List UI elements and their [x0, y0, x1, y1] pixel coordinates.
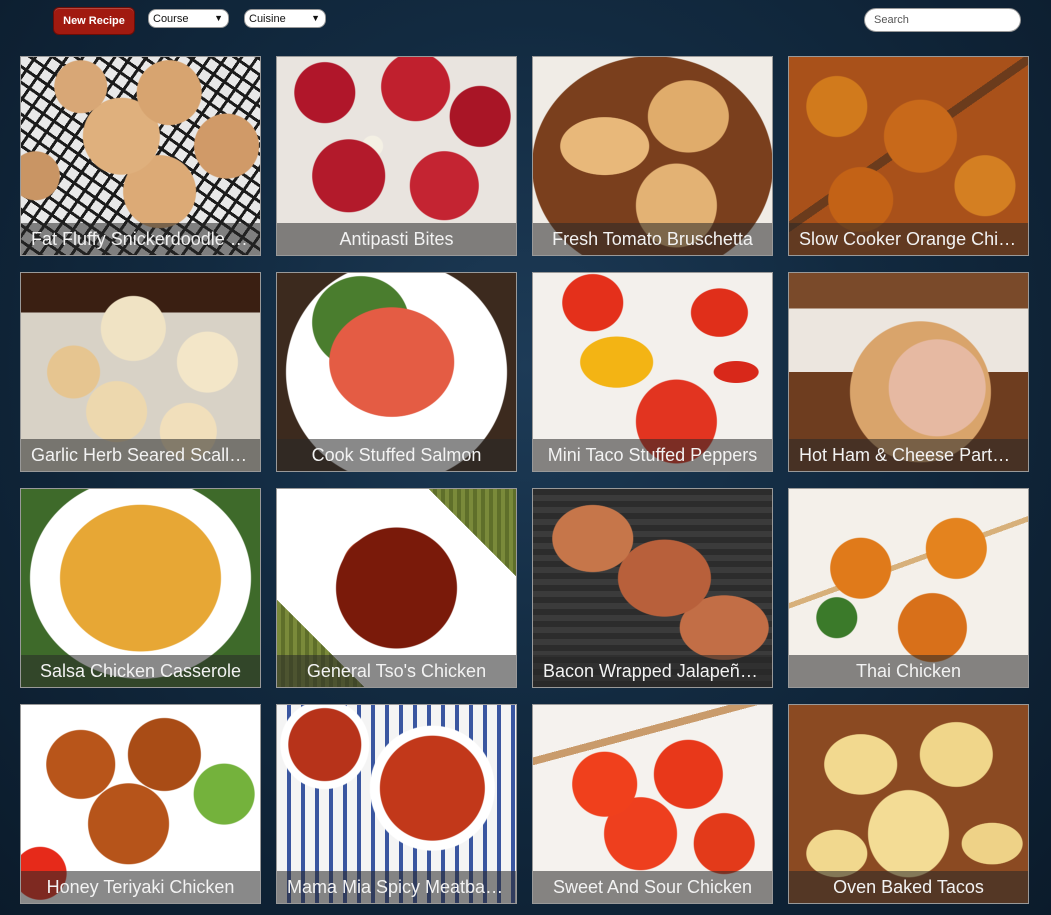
recipe-title: Thai Chicken: [855, 660, 962, 681]
recipe-title: Salsa Chicken Casserole: [39, 660, 242, 681]
recipe-card[interactable]: Oven Baked Tacos: [788, 704, 1029, 904]
chevron-down-icon: ▼: [311, 13, 320, 23]
recipe-caption: Hot Ham & Cheese Party Rolls: [789, 439, 1028, 471]
recipe-caption: Fresh Tomato Bruschetta: [533, 223, 772, 255]
recipe-caption: Thai Chicken: [789, 655, 1028, 687]
recipe-title: Honey Teriyaki Chicken: [46, 876, 235, 897]
recipe-card[interactable]: Honey Teriyaki Chicken: [20, 704, 261, 904]
course-select[interactable]: Course ▼: [148, 9, 229, 28]
recipe-title: General Tso's Chicken: [306, 660, 487, 681]
search-input[interactable]: [864, 8, 1021, 32]
chevron-down-icon: ▼: [214, 13, 223, 23]
recipe-caption: Mama Mia Spicy Meatball Soup: [277, 871, 516, 903]
course-select-value: Course: [153, 12, 189, 25]
recipe-title: Fresh Tomato Bruschetta: [552, 228, 753, 249]
new-recipe-button[interactable]: New Recipe: [53, 7, 135, 35]
cuisine-select[interactable]: Cuisine ▼: [244, 9, 326, 28]
recipe-caption: Honey Teriyaki Chicken: [21, 871, 260, 903]
recipe-caption: Sweet And Sour Chicken: [533, 871, 772, 903]
recipe-title: Mama Mia Spicy Meatball Soup: [287, 876, 506, 897]
recipe-card[interactable]: Antipasti Bites: [276, 56, 517, 256]
cuisine-select-value: Cuisine: [249, 12, 286, 25]
recipe-card[interactable]: Garlic Herb Seared Scallops: [20, 272, 261, 472]
recipe-card[interactable]: Salsa Chicken Casserole: [20, 488, 261, 688]
recipe-caption: Garlic Herb Seared Scallops: [21, 439, 260, 471]
recipe-caption: Bacon Wrapped Jalapeño Chicken: [533, 655, 772, 687]
recipe-caption: Mini Taco Stuffed Peppers: [533, 439, 772, 471]
recipe-caption: Fat Fluffy Snickerdoodle Cookies: [21, 223, 260, 255]
toolbar: New Recipe Course ▼ Cuisine ▼: [0, 0, 1051, 48]
recipe-card[interactable]: Fresh Tomato Bruschetta: [532, 56, 773, 256]
recipe-title: Bacon Wrapped Jalapeño Chicken: [543, 660, 762, 681]
recipe-card[interactable]: General Tso's Chicken: [276, 488, 517, 688]
recipe-card[interactable]: Bacon Wrapped Jalapeño Chicken: [532, 488, 773, 688]
recipe-caption: Slow Cooker Orange Chicken: [789, 223, 1028, 255]
recipe-caption: Salsa Chicken Casserole: [21, 655, 260, 687]
recipe-title: Antipasti Bites: [339, 228, 454, 249]
recipe-card[interactable]: Slow Cooker Orange Chicken: [788, 56, 1029, 256]
recipe-title: Oven Baked Tacos: [833, 876, 984, 897]
recipe-grid: Fat Fluffy Snickerdoodle Cookies Antipas…: [20, 56, 1030, 906]
recipe-title: Cook Stuffed Salmon: [311, 444, 482, 465]
recipe-title: Sweet And Sour Chicken: [552, 876, 753, 897]
recipe-caption: Antipasti Bites: [277, 223, 516, 255]
recipe-title: Fat Fluffy Snickerdoodle Cookies: [31, 228, 250, 249]
recipe-title: Hot Ham & Cheese Party Rolls: [799, 444, 1018, 465]
recipe-title: Slow Cooker Orange Chicken: [799, 228, 1018, 249]
recipe-card[interactable]: Sweet And Sour Chicken: [532, 704, 773, 904]
recipe-card[interactable]: Thai Chicken: [788, 488, 1029, 688]
recipe-card[interactable]: Mini Taco Stuffed Peppers: [532, 272, 773, 472]
recipe-caption: Cook Stuffed Salmon: [277, 439, 516, 471]
recipe-card[interactable]: Hot Ham & Cheese Party Rolls: [788, 272, 1029, 472]
recipe-title: Mini Taco Stuffed Peppers: [547, 444, 758, 465]
recipe-caption: General Tso's Chicken: [277, 655, 516, 687]
recipe-card[interactable]: Fat Fluffy Snickerdoodle Cookies: [20, 56, 261, 256]
recipe-card[interactable]: Cook Stuffed Salmon: [276, 272, 517, 472]
recipe-title: Garlic Herb Seared Scallops: [31, 444, 250, 465]
recipe-card[interactable]: Mama Mia Spicy Meatball Soup: [276, 704, 517, 904]
recipe-caption: Oven Baked Tacos: [789, 871, 1028, 903]
